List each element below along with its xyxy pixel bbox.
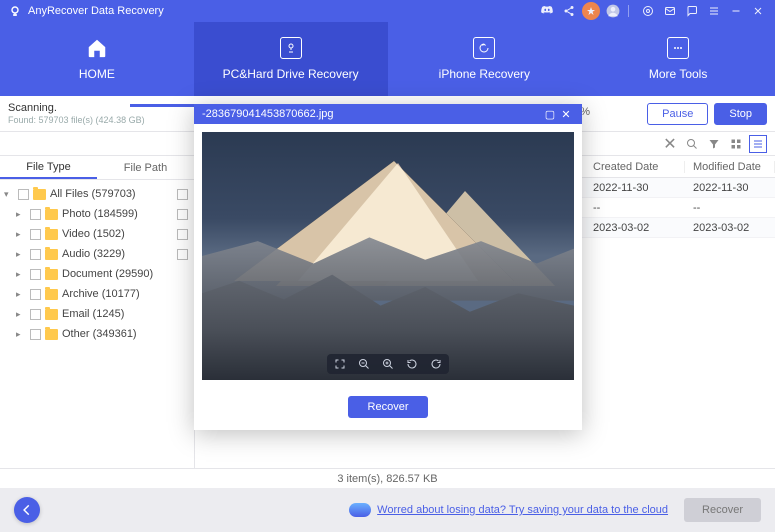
close-icon[interactable] bbox=[749, 2, 767, 20]
nav-label: HOME bbox=[79, 67, 115, 81]
tree-item-photo[interactable]: ▸Photo (184599) bbox=[0, 204, 194, 224]
nav-label: More Tools bbox=[649, 67, 707, 81]
folder-icon bbox=[45, 229, 58, 240]
preview-modal: -283679041453870662.jpg ▢ ✕ Recover bbox=[194, 104, 582, 430]
app-logo-icon bbox=[8, 4, 22, 18]
nav-label: iPhone Recovery bbox=[439, 67, 530, 81]
checkbox[interactable] bbox=[30, 249, 41, 260]
back-button[interactable] bbox=[14, 497, 40, 523]
col-modified[interactable]: Modified Date bbox=[685, 161, 775, 173]
checkbox[interactable] bbox=[177, 249, 188, 260]
settings-icon[interactable] bbox=[639, 2, 657, 20]
maximize-icon[interactable]: ▢ bbox=[542, 108, 558, 121]
drive-icon bbox=[280, 37, 302, 59]
phone-icon bbox=[473, 37, 495, 59]
notification-icon[interactable] bbox=[582, 2, 600, 20]
app-title: AnyRecover Data Recovery bbox=[28, 5, 164, 17]
preview-titlebar: -283679041453870662.jpg ▢ ✕ bbox=[194, 104, 582, 124]
fullscreen-icon[interactable] bbox=[333, 357, 347, 371]
nav-pc-recovery[interactable]: PC&Hard Drive Recovery bbox=[194, 22, 388, 96]
tab-file-path[interactable]: File Path bbox=[97, 156, 194, 179]
home-icon bbox=[86, 37, 108, 59]
folder-icon bbox=[45, 329, 58, 340]
checkbox[interactable] bbox=[177, 209, 188, 220]
tree-item-audio[interactable]: ▸Audio (3229) bbox=[0, 244, 194, 264]
nav-more-tools[interactable]: More Tools bbox=[581, 22, 775, 96]
scan-status: Scanning. Found: 579703 file(s) (424.38 … bbox=[8, 102, 145, 126]
title-bar: AnyRecover Data Recovery bbox=[0, 0, 775, 22]
rotate-left-icon[interactable] bbox=[405, 357, 419, 371]
grid-view-icon[interactable] bbox=[727, 135, 745, 153]
folder-icon bbox=[45, 289, 58, 300]
checkbox[interactable] bbox=[30, 269, 41, 280]
checkbox[interactable] bbox=[18, 189, 29, 200]
list-view-icon[interactable] bbox=[749, 135, 767, 153]
preview-toolbar bbox=[327, 354, 449, 374]
stop-button[interactable]: Stop bbox=[714, 103, 767, 125]
tree-item-document[interactable]: ▸Document (29590) bbox=[0, 264, 194, 284]
discord-icon[interactable] bbox=[538, 2, 556, 20]
avatar-icon[interactable] bbox=[604, 2, 622, 20]
close-preview-icon[interactable]: ✕ bbox=[558, 108, 574, 121]
status-bar: 3 item(s), 826.57 KB bbox=[0, 468, 775, 488]
tree-item-video[interactable]: ▸Video (1502) bbox=[0, 224, 194, 244]
tree-item-other[interactable]: ▸Other (349361) bbox=[0, 324, 194, 344]
nav-iphone-recovery[interactable]: iPhone Recovery bbox=[388, 22, 582, 96]
cloud-backup-link[interactable]: Worred about losing data? Try saving you… bbox=[377, 504, 668, 516]
checkbox[interactable] bbox=[30, 309, 41, 320]
zoom-in-icon[interactable] bbox=[381, 357, 395, 371]
checkbox[interactable] bbox=[30, 289, 41, 300]
folder-icon bbox=[45, 269, 58, 280]
preview-filename: -283679041453870662.jpg bbox=[202, 108, 334, 120]
feedback-icon[interactable] bbox=[683, 2, 701, 20]
preview-footer: Recover bbox=[194, 388, 582, 430]
col-created[interactable]: Created Date bbox=[585, 161, 685, 173]
nav-label: PC&Hard Drive Recovery bbox=[223, 67, 359, 81]
search-icon[interactable] bbox=[683, 135, 701, 153]
recover-button-preview[interactable]: Recover bbox=[348, 396, 429, 418]
selection-status: 3 item(s), 826.57 KB bbox=[337, 473, 437, 485]
scan-state-text: Scanning. bbox=[8, 102, 145, 115]
share-icon[interactable] bbox=[560, 2, 578, 20]
scan-found-text: Found: 579703 file(s) (424.38 GB) bbox=[8, 115, 145, 126]
main-nav: HOME PC&Hard Drive Recovery iPhone Recov… bbox=[0, 22, 775, 96]
checkbox[interactable] bbox=[177, 229, 188, 240]
file-tree: ▾All Files (579703) ▸Photo (184599) ▸Vid… bbox=[0, 180, 194, 348]
folder-icon bbox=[45, 249, 58, 260]
tree-item-all[interactable]: ▾All Files (579703) bbox=[0, 184, 194, 204]
mail-icon[interactable] bbox=[661, 2, 679, 20]
checkbox[interactable] bbox=[177, 189, 188, 200]
menu-icon[interactable] bbox=[705, 2, 723, 20]
sidebar-tabs: File Type File Path bbox=[0, 156, 194, 180]
minimize-icon[interactable] bbox=[727, 2, 745, 20]
cloud-icon bbox=[349, 503, 371, 517]
clear-search-icon[interactable]: ✕ bbox=[661, 135, 679, 153]
tab-file-type[interactable]: File Type bbox=[0, 156, 97, 179]
checkbox[interactable] bbox=[30, 229, 41, 240]
tools-icon bbox=[667, 37, 689, 59]
checkbox[interactable] bbox=[30, 329, 41, 340]
preview-image bbox=[202, 132, 574, 380]
tree-item-email[interactable]: ▸Email (1245) bbox=[0, 304, 194, 324]
folder-icon bbox=[45, 309, 58, 320]
rotate-right-icon[interactable] bbox=[429, 357, 443, 371]
checkbox[interactable] bbox=[30, 209, 41, 220]
zoom-out-icon[interactable] bbox=[357, 357, 371, 371]
folder-icon bbox=[33, 189, 46, 200]
nav-home[interactable]: HOME bbox=[0, 22, 194, 96]
recover-button-footer[interactable]: Recover bbox=[684, 498, 761, 522]
sidebar: File Type File Path ▾All Files (579703) … bbox=[0, 156, 195, 468]
pause-button[interactable]: Pause bbox=[647, 103, 708, 125]
folder-icon bbox=[45, 209, 58, 220]
footer: Worred about losing data? Try saving you… bbox=[0, 488, 775, 532]
tree-item-archive[interactable]: ▸Archive (10177) bbox=[0, 284, 194, 304]
filter-icon[interactable] bbox=[705, 135, 723, 153]
